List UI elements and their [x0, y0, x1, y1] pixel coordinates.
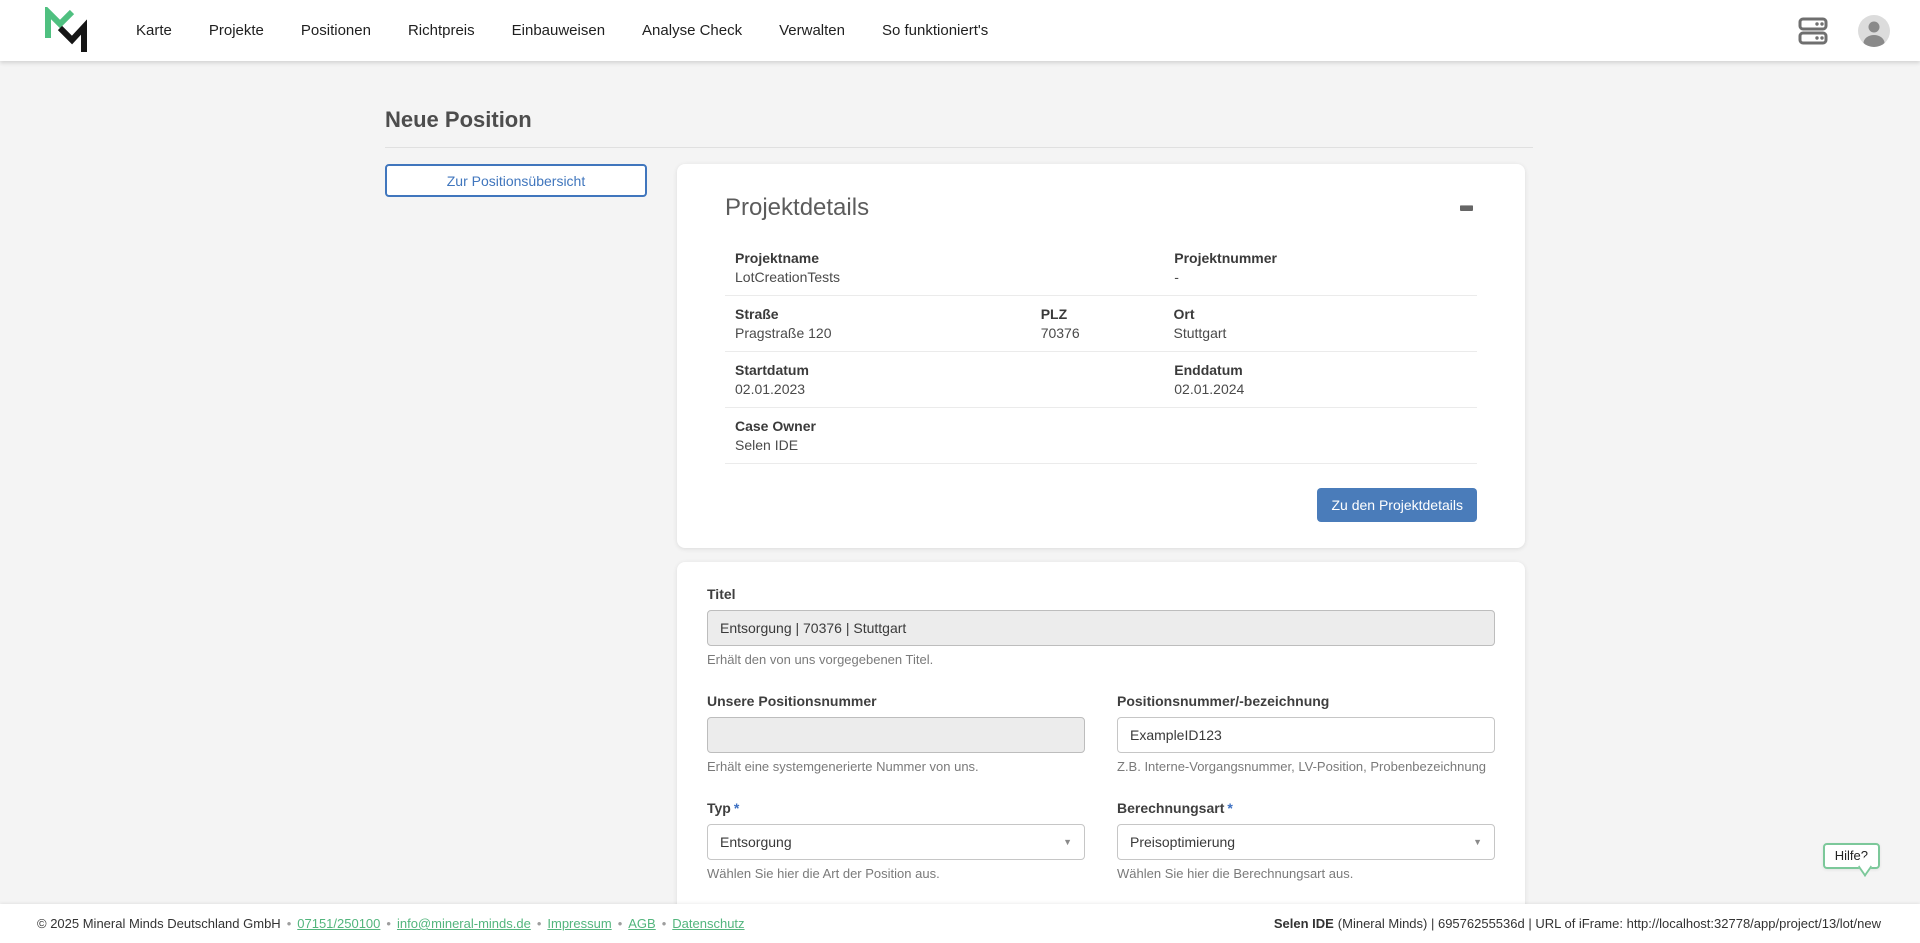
- mineral-minds-logo[interactable]: [40, 7, 92, 55]
- separator-dot: •: [662, 916, 667, 931]
- berechnungsart-selected-value: Preisoptimierung: [1130, 834, 1235, 850]
- help-button[interactable]: Hilfe?: [1823, 843, 1880, 869]
- new-position-form-card: Titel Erhält den von uns vorgegebenen Ti…: [677, 562, 1525, 943]
- impressum-link[interactable]: Impressum: [547, 916, 611, 931]
- ort-value: Stuttgart: [1174, 325, 1477, 341]
- top-nav: Karte Projekte Positionen Richtpreis Ein…: [0, 0, 1920, 61]
- minus-icon: [1460, 205, 1473, 211]
- projektnummer-value: -: [1174, 269, 1477, 285]
- unsere-positionsnummer-field-group: Unsere Positionsnummer Erhält eine syste…: [707, 693, 1085, 774]
- required-asterisk: *: [1227, 800, 1232, 816]
- nav-item-verwalten[interactable]: Verwalten: [779, 22, 845, 39]
- projektname-value: LotCreationTests: [735, 269, 1174, 285]
- case-owner-value: Selen IDE: [735, 437, 1477, 453]
- separator-dot: •: [287, 916, 292, 931]
- titel-input: [707, 610, 1495, 646]
- email-link[interactable]: info@mineral-minds.de: [397, 916, 531, 931]
- datenschutz-link[interactable]: Datenschutz: [672, 916, 744, 931]
- enddatum-label: Enddatum: [1174, 362, 1477, 378]
- table-row: Straße Pragstraße 120 PLZ 70376 Ort Stut…: [725, 296, 1477, 352]
- nav-item-projekte[interactable]: Projekte: [209, 22, 264, 39]
- berechnungsart-field-group: Berechnungsart* Preisoptimierung ▼ Wähle…: [1117, 800, 1495, 881]
- strasse-label: Straße: [735, 306, 1041, 322]
- nav-item-positionen[interactable]: Positionen: [301, 22, 371, 39]
- table-row: Startdatum 02.01.2023 Enddatum 02.01.202…: [725, 352, 1477, 408]
- unsere-positionsnummer-helper-text: Erhält eine systemgenerierte Nummer von …: [707, 759, 1085, 774]
- plz-value: 70376: [1041, 325, 1174, 341]
- typ-label: Typ*: [707, 800, 1085, 816]
- nav-item-so-funktionierts[interactable]: So funktioniert's: [882, 22, 988, 39]
- separator-dot: •: [537, 916, 542, 931]
- positionsnummer-helper-text: Z.B. Interne-Vorgangsnummer, LV-Position…: [1117, 759, 1495, 774]
- back-to-positions-button[interactable]: Zur Positionsübersicht: [385, 164, 647, 197]
- collapse-card-button[interactable]: [1456, 201, 1477, 215]
- logo-icon: [40, 7, 92, 55]
- titel-label: Titel: [707, 586, 1495, 602]
- typ-field-group: Typ* Entsorgung ▼ Wählen Sie hier die Ar…: [707, 800, 1085, 881]
- server-stack-icon[interactable]: [1796, 15, 1830, 47]
- project-details-card: Projektdetails Projektname LotCreationTe…: [677, 164, 1525, 548]
- nav-item-einbauweisen[interactable]: Einbauweisen: [512, 22, 605, 39]
- positionsnummer-input[interactable]: [1117, 717, 1495, 753]
- project-details-table: Projektname LotCreationTests Projektnumm…: [725, 240, 1477, 464]
- main-content: Neue Position Zur Positionsübersicht Pro…: [385, 61, 1533, 943]
- berechnungsart-helper-text: Wählen Sie hier die Berechnungsart aus.: [1117, 866, 1495, 881]
- typ-helper-text: Wählen Sie hier die Art der Position aus…: [707, 866, 1085, 881]
- page-title: Neue Position: [385, 107, 1533, 133]
- positionsnummer-field-group: Positionsnummer/-bezeichnung Z.B. Intern…: [1117, 693, 1495, 774]
- project-details-title: Projektdetails: [725, 194, 869, 222]
- nav-item-karte[interactable]: Karte: [136, 22, 172, 39]
- footer: © 2025 Mineral Minds Deutschland GmbH • …: [0, 904, 1920, 943]
- nav-item-richtpreis[interactable]: Richtpreis: [408, 22, 475, 39]
- required-asterisk: *: [734, 800, 739, 816]
- titel-helper-text: Erhält den von uns vorgegebenen Titel.: [707, 652, 1495, 667]
- startdatum-label: Startdatum: [735, 362, 1174, 378]
- go-to-project-details-button[interactable]: Zu den Projektdetails: [1317, 488, 1477, 522]
- berechnungsart-label: Berechnungsart*: [1117, 800, 1495, 816]
- copyright-text: © 2025 Mineral Minds Deutschland GmbH: [37, 916, 281, 931]
- typ-selected-value: Entsorgung: [720, 834, 792, 850]
- plz-label: PLZ: [1041, 306, 1174, 322]
- agb-link[interactable]: AGB: [628, 916, 655, 931]
- case-owner-label: Case Owner: [735, 418, 1477, 434]
- projektnummer-label: Projektnummer: [1174, 250, 1477, 266]
- projektname-label: Projektname: [735, 250, 1174, 266]
- chevron-down-icon: ▼: [1063, 837, 1072, 847]
- startdatum-value: 02.01.2023: [735, 381, 1174, 397]
- positionsnummer-label: Positionsnummer/-bezeichnung: [1117, 693, 1495, 709]
- chevron-down-icon: ▼: [1473, 837, 1482, 847]
- session-info: (Mineral Minds) | 69576255536d | URL of …: [1338, 916, 1881, 931]
- user-avatar[interactable]: [1856, 13, 1892, 49]
- table-row: Case Owner Selen IDE: [725, 408, 1477, 464]
- separator-dot: •: [386, 916, 391, 931]
- ort-label: Ort: [1174, 306, 1477, 322]
- phone-link[interactable]: 07151/250100: [297, 916, 380, 931]
- berechnungsart-select[interactable]: Preisoptimierung ▼: [1117, 824, 1495, 860]
- enddatum-value: 02.01.2024: [1174, 381, 1477, 397]
- title-divider: [385, 147, 1533, 148]
- session-user: Selen IDE: [1274, 916, 1334, 931]
- main-menu: Karte Projekte Positionen Richtpreis Ein…: [136, 22, 988, 39]
- unsere-positionsnummer-input: [707, 717, 1085, 753]
- separator-dot: •: [618, 916, 623, 931]
- titel-field-group: Titel Erhält den von uns vorgegebenen Ti…: [707, 586, 1495, 667]
- typ-select[interactable]: Entsorgung ▼: [707, 824, 1085, 860]
- table-row: Projektname LotCreationTests Projektnumm…: [725, 240, 1477, 296]
- unsere-positionsnummer-label: Unsere Positionsnummer: [707, 693, 1085, 709]
- nav-item-analyse-check[interactable]: Analyse Check: [642, 22, 742, 39]
- strasse-value: Pragstraße 120: [735, 325, 1041, 341]
